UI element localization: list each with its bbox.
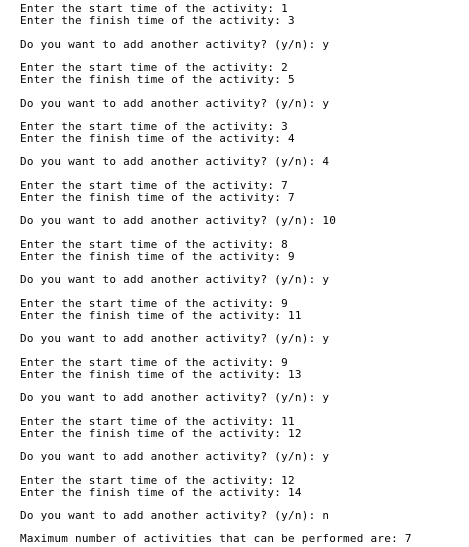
- console-line-finish-prompt: Enter the finish time of the activity: 5: [20, 73, 295, 86]
- console-line-continue-prompt: Do you want to add another activity? (y/…: [20, 450, 330, 463]
- console-line-finish-prompt: Enter the finish time of the activity: 9: [20, 250, 295, 263]
- console-line-continue-prompt: Do you want to add another activity? (y/…: [20, 273, 330, 286]
- console-line-continue-prompt: Do you want to add another activity? (y/…: [20, 332, 330, 345]
- console-line-finish-prompt: Enter the finish time of the activity: 1…: [20, 309, 302, 322]
- console-line-finish-prompt: Enter the finish time of the activity: 1…: [20, 427, 302, 440]
- console-output: Enter the start time of the activity: 1 …: [0, 0, 469, 547]
- console-line-continue-prompt: Do you want to add another activity? (y/…: [20, 155, 330, 168]
- console-line-continue-prompt: Do you want to add another activity? (y/…: [20, 391, 330, 404]
- console-line-result: Maximum number of activities that can be…: [20, 532, 412, 545]
- console-line-finish-prompt: Enter the finish time of the activity: 1…: [20, 368, 302, 381]
- console-line-continue-prompt: Do you want to add another activity? (y/…: [20, 38, 330, 51]
- console-line-finish-prompt: Enter the finish time of the activity: 4: [20, 132, 295, 145]
- console-line-finish-prompt: Enter the finish time of the activity: 7: [20, 191, 295, 204]
- console-line-finish-prompt: Enter the finish time of the activity: 3: [20, 14, 295, 27]
- console-line-continue-prompt: Do you want to add another activity? (y/…: [20, 509, 330, 522]
- console-line-continue-prompt: Do you want to add another activity? (y/…: [20, 97, 330, 110]
- console-line-continue-prompt: Do you want to add another activity? (y/…: [20, 214, 337, 227]
- console-line-finish-prompt: Enter the finish time of the activity: 1…: [20, 486, 302, 499]
